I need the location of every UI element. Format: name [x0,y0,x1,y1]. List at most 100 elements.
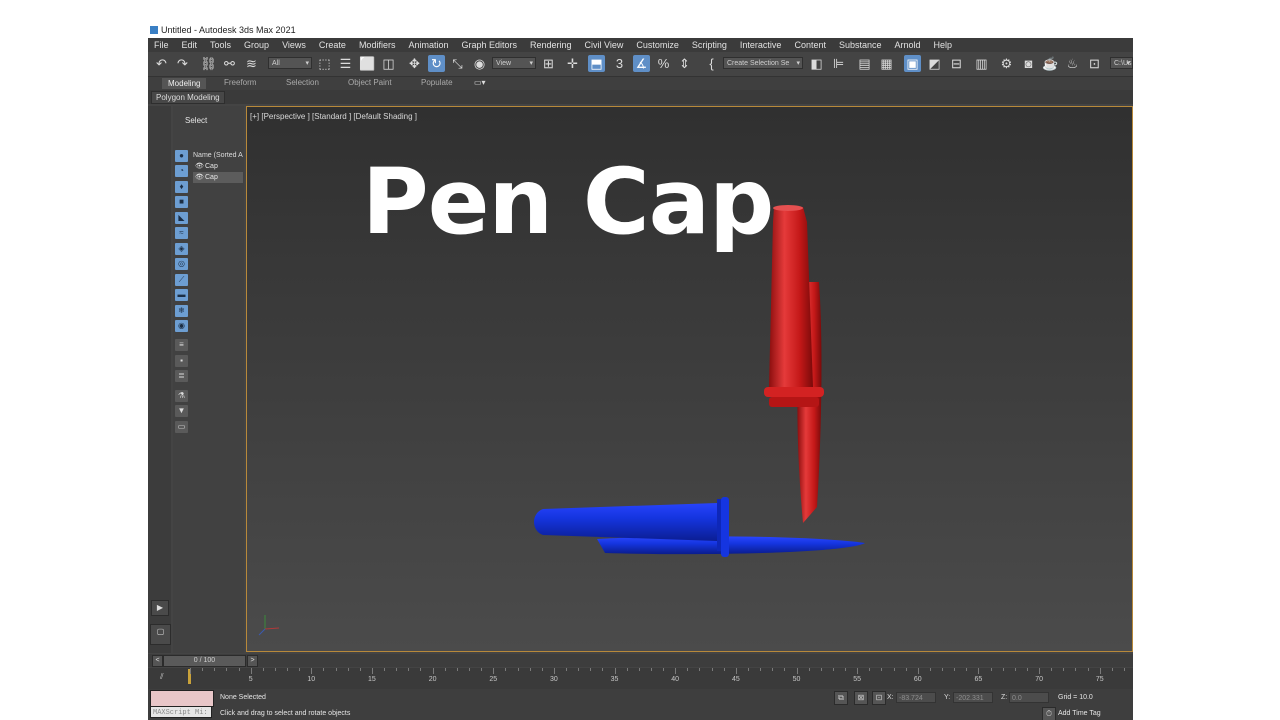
absolute-mode-icon[interactable]: ⊡ [872,691,886,705]
curve-editor-icon[interactable]: ◩ [926,55,943,72]
ribbon-options-icon[interactable]: ▭▾ [474,78,486,87]
percent-snap-icon[interactable]: % [655,55,672,72]
next-frame-icon[interactable]: > [247,655,258,667]
add-time-tag[interactable]: Add Time Tag [1058,710,1101,717]
render-cloud-icon[interactable]: ⊡ [1086,55,1103,72]
prev-frame-icon[interactable]: < [152,655,163,667]
menu-scripting[interactable]: Scripting [686,40,734,50]
menu-edit[interactable]: Edit [176,40,205,50]
render-setup-icon[interactable]: ⚙ [998,55,1015,72]
menu-customize[interactable]: Customize [630,40,686,50]
shapes-filter-icon[interactable]: ◔ [175,165,188,177]
tab-selection[interactable]: Selection [286,78,319,87]
mirror-icon[interactable]: ◧ [808,55,825,72]
play-icon[interactable]: ▶ [151,600,169,616]
xrefs-filter-icon[interactable]: ◎ [175,258,188,270]
menu-graph-editors[interactable]: Graph Editors [455,40,524,50]
explorer-select-menu[interactable]: Select [185,116,207,125]
render-frame-icon[interactable]: ◙ [1020,55,1037,72]
teapot-icon[interactable]: ♨ [1064,55,1081,72]
geometry-filter-icon[interactable]: ● [175,150,188,162]
placement-icon[interactable]: ◉ [471,55,488,72]
helpers-filter-icon[interactable]: ◣ [175,212,188,224]
x-field[interactable]: -83.724 [896,692,936,703]
menu-help[interactable]: Help [928,40,960,50]
tab-freeform[interactable]: Freeform [224,78,256,87]
maxscript-mini-field[interactable]: MAXScript Mi: [150,706,212,718]
menu-tools[interactable]: Tools [204,40,238,50]
selection-lock-icon[interactable]: ⊠ [854,691,868,705]
move-icon[interactable]: ✥ [406,55,423,72]
containers-filter-icon[interactable]: ▬ [175,289,188,301]
bind-spacewarp-icon[interactable]: ≋ [243,55,260,72]
menu-content[interactable]: Content [788,40,833,50]
bones-filter-icon[interactable]: ⟋ [175,274,188,286]
funnel-icon[interactable]: ▼ [175,405,188,417]
ribbon-toggle-icon[interactable]: ▦ [878,55,895,72]
align-icon[interactable]: ⊫ [830,55,847,72]
display-none-icon[interactable]: ▪ [175,355,188,367]
render-icon[interactable]: ☕ [1042,55,1059,72]
list-item[interactable]: 👁 Cap [193,161,243,172]
viewport-layout-icon[interactable]: ▢ [150,624,171,645]
tab-modeling[interactable]: Modeling [162,78,207,89]
rect-region-icon[interactable]: ⬜ [359,55,376,72]
scale-icon[interactable]: ⤡ [449,55,466,72]
spinner-snap-icon[interactable]: ⇕ [676,55,693,72]
redo-icon[interactable]: ↷ [174,55,191,72]
maxscript-listener[interactable] [150,690,214,707]
angle-snap-icon[interactable]: ∡ [633,55,650,72]
selection-filter-dropdown[interactable]: All [268,57,312,69]
schematic-icon[interactable]: ⊟ [948,55,965,72]
display-invert-icon[interactable]: ≣ [175,370,188,382]
z-field[interactable]: 0.0 [1009,692,1049,703]
scene-explorer-icon[interactable]: ▣ [904,55,921,72]
material-editor-icon[interactable]: ▥ [973,55,990,72]
layer-explorer-icon[interactable]: ▤ [856,55,873,72]
pivot-icon[interactable]: ⊞ [540,55,557,72]
hidden-filter-icon[interactable]: ◉ [175,320,188,332]
undo-icon[interactable]: ↶ [153,55,170,72]
menu-create[interactable]: Create [313,40,353,50]
eye-icon[interactable]: 👁 [195,172,204,183]
track-bar-toggle-icon[interactable]: ⫽ [160,672,164,682]
menu-file[interactable]: File [148,40,176,50]
time-slider[interactable]: 0 / 100 [163,655,246,667]
window-crossing-icon[interactable]: ◫ [380,55,397,72]
selection-set-dropdown[interactable]: Create Selection Se [723,57,803,69]
lights-filter-icon[interactable]: ♦ [175,181,188,193]
menu-substance[interactable]: Substance [833,40,889,50]
menu-arnold[interactable]: Arnold [889,40,928,50]
edit-named-sets-icon[interactable]: { [703,55,720,72]
cameras-filter-icon[interactable]: ■ [175,196,188,208]
tab-object-paint[interactable]: Object Paint [348,78,392,87]
ref-coord-dropdown[interactable]: View [492,57,536,69]
rotate-icon[interactable]: ↻ [428,55,445,72]
isolate-icon[interactable]: ⧉ [834,691,848,705]
menu-group[interactable]: Group [238,40,276,50]
track-bar[interactable]: ⫽ 5 10 15 20 25 30 35 40 45 50 55 60 65 70 75 [148,668,1133,689]
select-object-icon[interactable]: ⬚ [316,55,333,72]
display-all-icon[interactable]: ≡ [175,339,188,351]
project-path-dropdown[interactable]: C:\Us [1110,57,1133,69]
frozen-filter-icon[interactable]: ❄ [175,305,188,317]
keyboard-shortcut-icon[interactable]: ✛ [564,55,581,72]
snap-toggle-icon[interactable]: 3 [611,55,628,72]
perspective-viewport[interactable]: [+] [Perspective ] [Standard ] [Default … [246,106,1133,652]
menu-civil-view[interactable]: Civil View [579,40,631,50]
groups-filter-icon[interactable]: ◈ [175,243,188,255]
menu-views[interactable]: Views [276,40,313,50]
red-pen-cap[interactable] [764,205,824,523]
y-field[interactable]: -202.331 [953,692,993,703]
select-manipulate-icon[interactable]: ⬒ [588,55,605,72]
list-item[interactable]: 👁 Cap [193,172,243,183]
unlink-icon[interactable]: ⚯ [221,55,238,72]
menu-modifiers[interactable]: Modifiers [353,40,403,50]
filter-icon[interactable]: ⚗ [175,390,188,402]
eye-icon[interactable]: 👁 [195,161,204,172]
link-icon[interactable]: ⛓ [200,55,217,72]
polygon-modeling-panel[interactable]: Polygon Modeling [151,91,225,104]
menu-interactive[interactable]: Interactive [734,40,789,50]
menu-animation[interactable]: Animation [402,40,455,50]
layer-icon[interactable]: ▭ [175,421,188,433]
